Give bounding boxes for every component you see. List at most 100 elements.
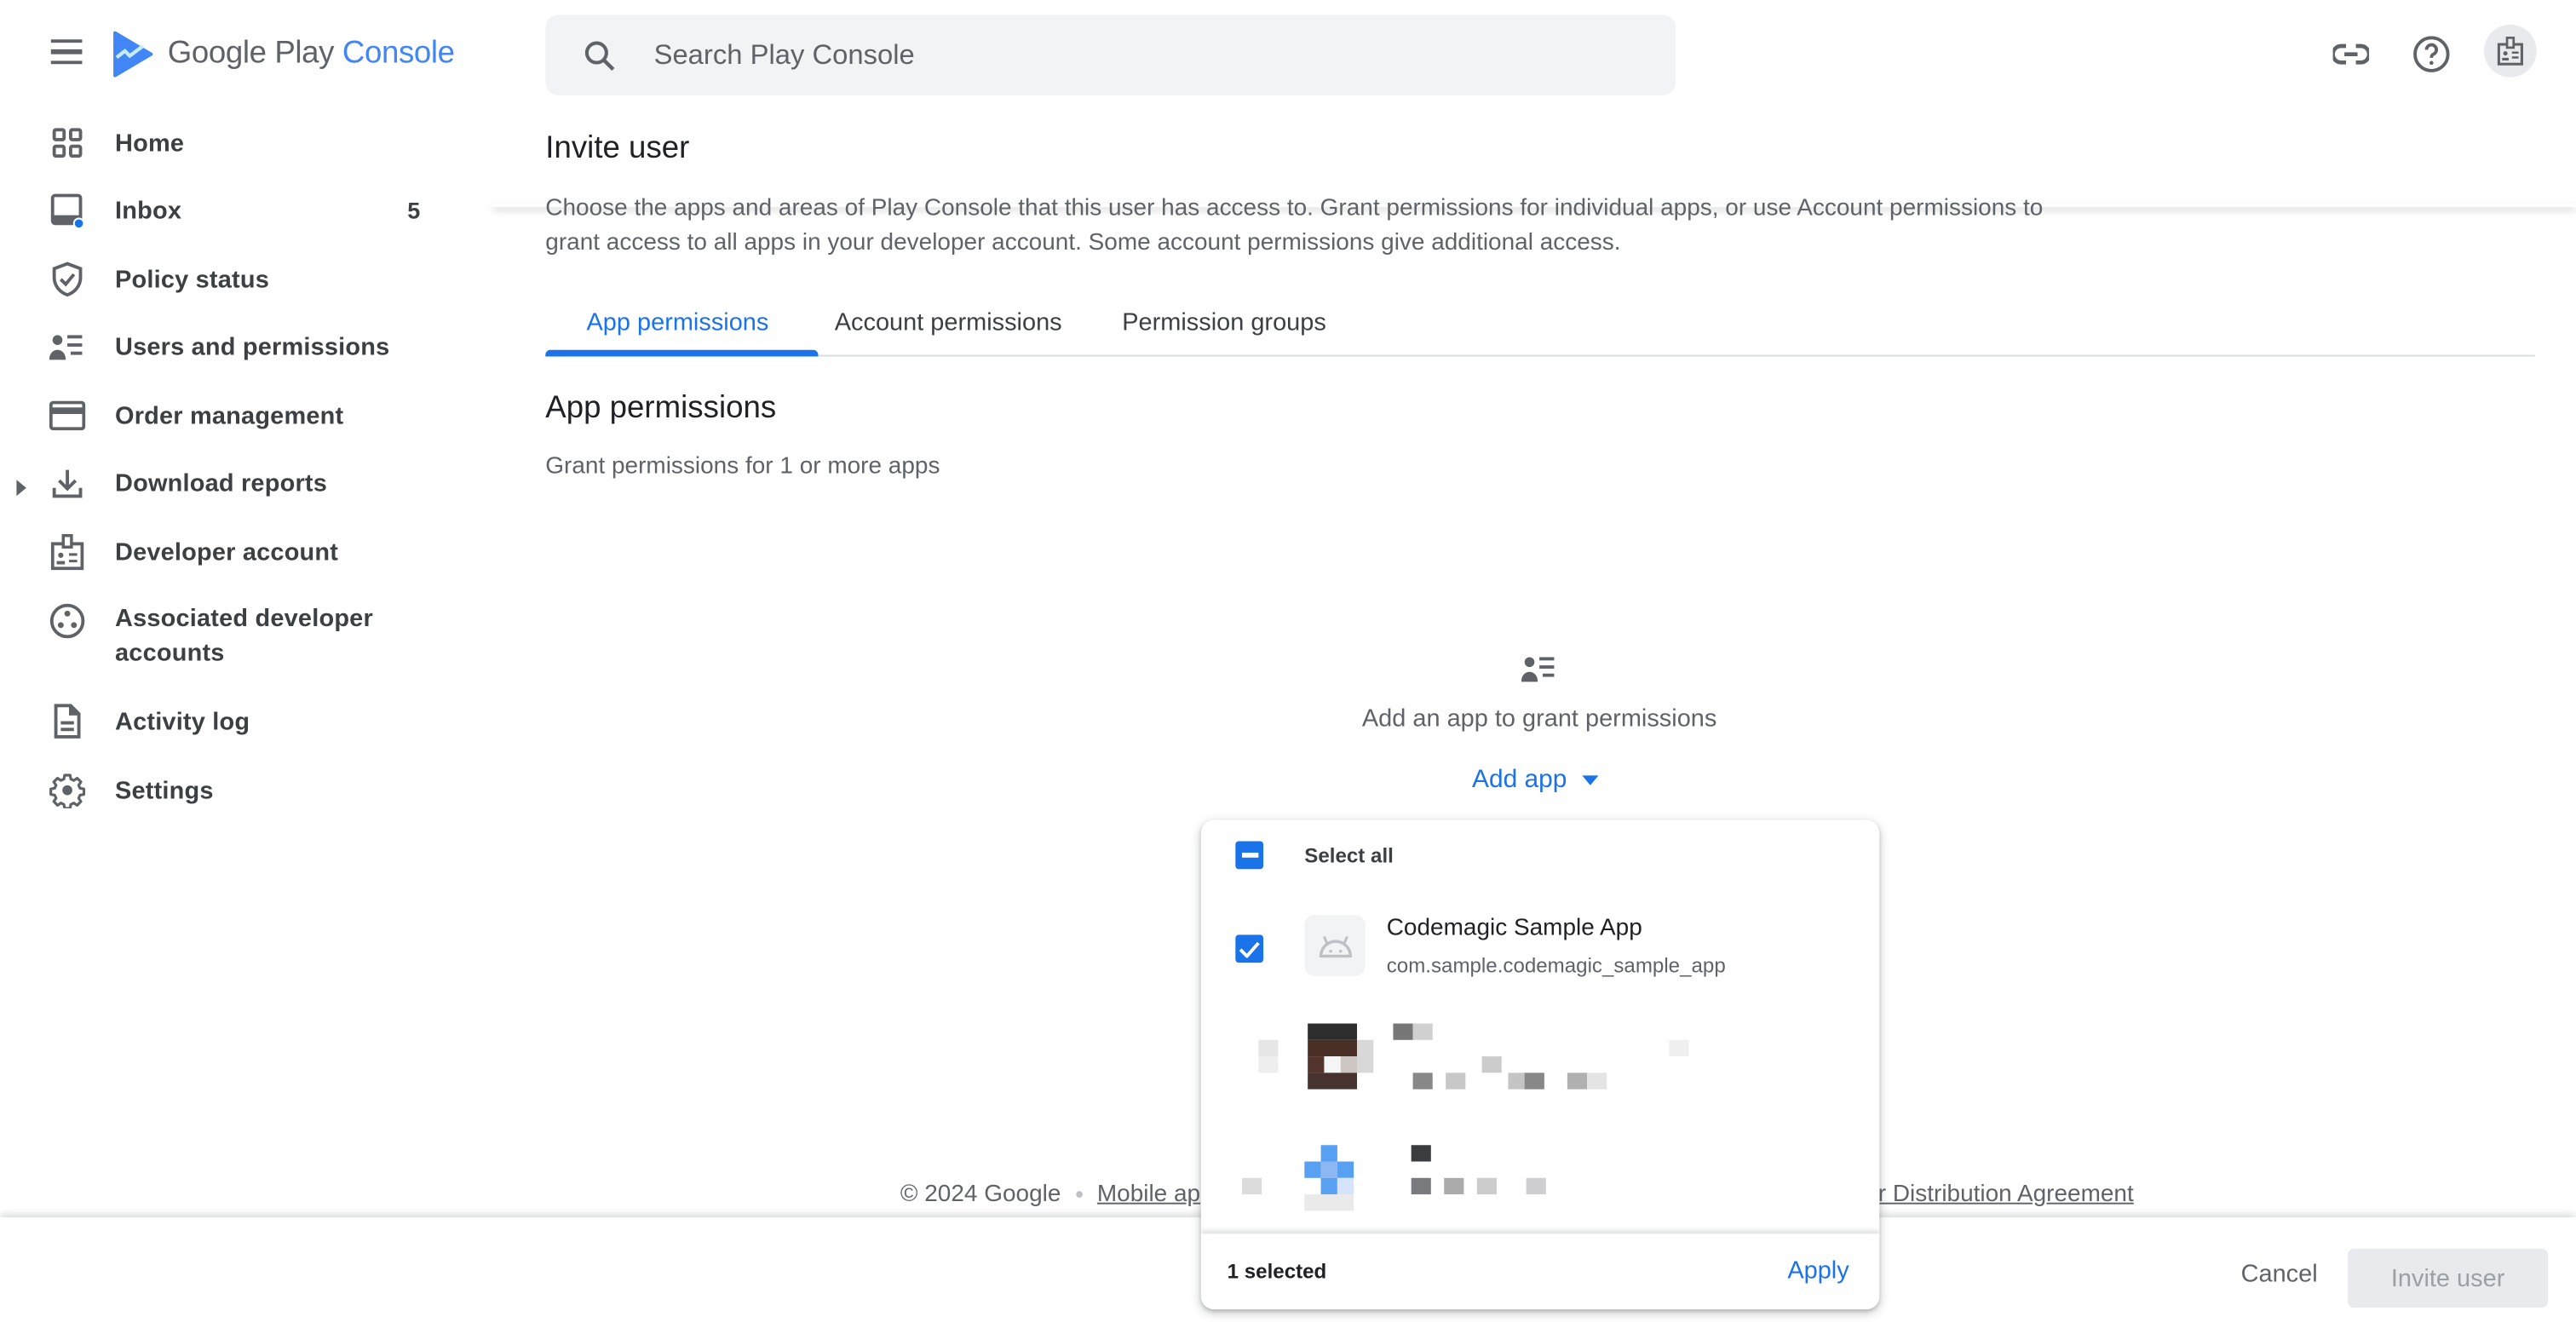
sidebar-item-label: Developer account — [115, 538, 339, 566]
account-button[interactable] — [2484, 24, 2537, 78]
apply-button[interactable]: Apply — [1787, 1256, 1849, 1285]
invite-user-button[interactable]: Invite user — [2347, 1248, 2549, 1308]
play-console-logo-icon — [113, 31, 153, 78]
inbox-icon — [49, 193, 85, 229]
sidebar-item-label: Activity log — [115, 707, 250, 736]
caret-down-icon — [1581, 775, 1599, 785]
indeterminate-icon — [1241, 853, 1258, 858]
permission-tabs: App permissions Account permissions Perm… — [545, 292, 2535, 357]
app-name: Codemagic Sample App — [1386, 915, 1642, 942]
app-option[interactable]: Codemagic Sample App com.sample.codemagi… — [1201, 911, 1880, 984]
add-app-label: Add app — [1472, 765, 1567, 794]
play-console-logo[interactable]: Google Play Console — [112, 31, 455, 78]
redacted-block — [1242, 1177, 1262, 1195]
menu-icon-bar — [50, 60, 83, 65]
account-badge-icon — [2497, 37, 2523, 66]
sidebar-item-label: Users and permissions — [115, 332, 390, 361]
sidebar-item-activity-log[interactable]: Activity log — [0, 688, 476, 754]
sidebar-item-label: Settings — [115, 776, 214, 805]
users-list-icon — [49, 329, 85, 365]
section-title: App permissions — [545, 391, 777, 426]
empty-state-text: Add an app to grant permissions — [1361, 704, 1717, 733]
redacted-block — [1412, 1023, 1433, 1040]
checkmark-icon — [1239, 940, 1260, 957]
select-all-row[interactable]: Select all — [1201, 840, 1880, 873]
logo-text-accent: Console — [342, 36, 455, 71]
search-input[interactable] — [650, 37, 1611, 73]
selected-count: 1 selected — [1227, 1260, 1327, 1284]
sidebar-item-download-reports[interactable]: Download reports — [0, 450, 476, 515]
redacted-app-icon — [1304, 1145, 1370, 1211]
redacted-block — [1526, 1177, 1546, 1195]
android-icon — [1318, 934, 1352, 957]
download-icon — [49, 465, 85, 501]
tab-permission-groups[interactable]: Permission groups — [1122, 292, 1326, 351]
users-list-icon — [1521, 654, 1557, 692]
app-package: com.sample.codemagic_sample_app — [1386, 954, 1726, 978]
menu-icon-bar — [50, 49, 83, 54]
select-all-label: Select all — [1304, 844, 1394, 868]
section-subtitle: Grant permissions for 1 or more apps — [545, 453, 940, 480]
app-checkbox[interactable] — [1235, 934, 1264, 963]
footer-link-distribution-agreement[interactable]: oper Distribution Agreement — [1838, 1182, 2134, 1208]
sidebar-item-label: Policy status — [115, 265, 269, 294]
sidebar-item-order-management[interactable]: Order management — [0, 382, 476, 448]
redacted-block — [1476, 1177, 1497, 1195]
help-button[interactable] — [2399, 21, 2464, 87]
document-icon — [49, 703, 85, 739]
dropdown-footer: 1 selected Apply — [1200, 1233, 1880, 1310]
app-icon — [1304, 915, 1366, 976]
id-badge-icon — [49, 533, 85, 571]
app-option-redacted[interactable] — [1201, 1136, 1880, 1217]
credit-card-icon — [49, 398, 86, 434]
sidebar-item-label: Associated developer accounts — [115, 604, 373, 668]
cancel-button[interactable]: Cancel — [2221, 1254, 2337, 1295]
sidebar-item-settings[interactable]: Settings — [0, 757, 476, 823]
redacted-block — [1524, 1072, 1544, 1090]
sidebar-item-users-and-permissions[interactable]: Users and permissions — [0, 313, 476, 379]
menu-icon-bar — [50, 39, 83, 43]
main-menu-button[interactable] — [43, 33, 92, 76]
search-bar[interactable] — [545, 14, 1676, 95]
redacted-block — [1444, 1177, 1464, 1195]
sidebar-item-policy-status[interactable]: Policy status — [0, 246, 476, 312]
tab-account-permissions[interactable]: Account permissions — [835, 292, 1062, 351]
redacted-block — [1446, 1072, 1466, 1090]
copyright-text: © 2024 Google — [900, 1181, 1061, 1208]
redacted-block — [1669, 1039, 1689, 1057]
inbox-count-badge: 5 — [407, 197, 421, 224]
expand-arrow-icon[interactable] — [16, 474, 26, 504]
redacted-app-icon — [1308, 1023, 1374, 1090]
page-title: Invite user — [545, 131, 690, 166]
redacted-block — [1258, 1039, 1279, 1057]
sidebar-item-developer-account[interactable]: Developer account — [0, 519, 476, 584]
redacted-block — [1411, 1145, 1431, 1162]
home-grid-icon — [49, 125, 85, 161]
page-description: Choose the apps and areas of Play Consol… — [545, 195, 2044, 256]
sidebar-item-label: Order management — [115, 401, 344, 430]
sidebar-item-inbox[interactable]: Inbox 5 — [0, 177, 476, 243]
help-icon — [2413, 36, 2450, 72]
link-icon — [2332, 43, 2370, 65]
sidebar-item-label: Home — [115, 129, 185, 158]
sidebar-item-home[interactable]: Home — [0, 110, 476, 175]
redacted-block — [1587, 1072, 1607, 1090]
redacted-block — [1258, 1056, 1279, 1073]
gear-icon — [49, 772, 86, 808]
redacted-block — [1481, 1056, 1502, 1073]
shield-check-icon — [49, 262, 85, 297]
add-app-button[interactable]: Add app — [1472, 765, 1599, 796]
search-icon — [584, 40, 615, 71]
sidebar-item-associated-developer-accounts[interactable]: Associated developer accounts — [0, 601, 476, 674]
active-tab-indicator — [545, 349, 819, 357]
select-all-checkbox[interactable] — [1235, 841, 1264, 870]
sidebar-item-label: Download reports — [115, 469, 328, 497]
app-option-redacted[interactable] — [1201, 1014, 1880, 1095]
footer-link-mobile[interactable]: Mobile ap — [1097, 1182, 1200, 1208]
link-button[interactable] — [2318, 21, 2383, 87]
footer-separator — [1075, 1191, 1083, 1198]
tab-app-permissions[interactable]: App permissions — [587, 292, 769, 351]
redacted-block — [1393, 1023, 1413, 1040]
sidebar-item-label: Inbox — [115, 196, 182, 225]
redacted-block — [1567, 1072, 1588, 1090]
